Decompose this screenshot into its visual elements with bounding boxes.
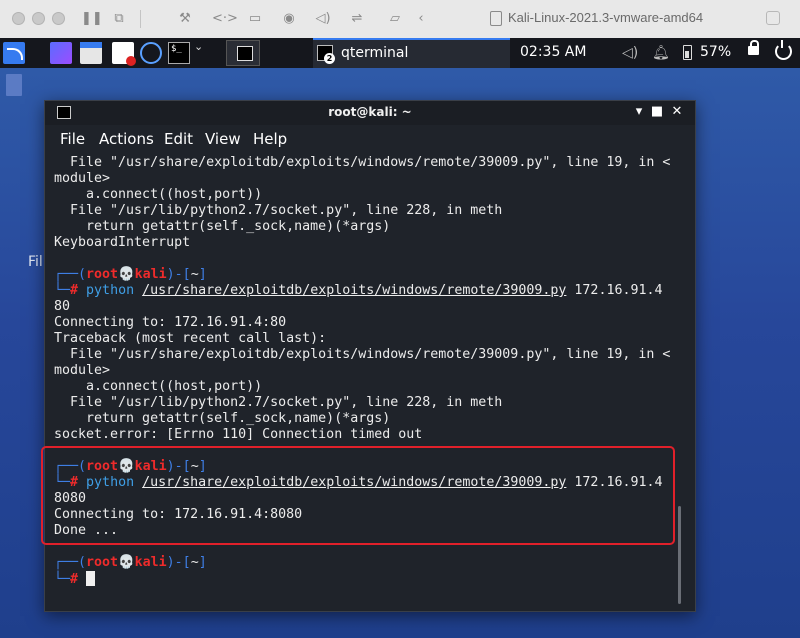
fullscreen-icon[interactable] [766, 11, 780, 25]
output-line: File "/usr/lib/python2.7/socket.py", lin… [54, 395, 503, 410]
taskbar-item-qterminal[interactable]: 2 qterminal [313, 38, 510, 68]
prompt-end: ] [198, 555, 207, 570]
command-arg: 172.16.91.4 [574, 283, 663, 298]
output-line: Connecting to: 172.16.91.4:80 [54, 315, 287, 330]
disk-icon[interactable]: ▭ [246, 10, 264, 28]
pause-icon[interactable]: ❚❚ [81, 10, 103, 28]
menu-file[interactable]: File [60, 130, 85, 148]
output-line: return getattr(self._sock,name)(*args) [54, 219, 391, 234]
output-line: a.connect((host,port)) [54, 379, 263, 394]
lock-icon[interactable] [748, 40, 759, 55]
output-line: File "/usr/share/exploitdb/exploits/wind… [54, 155, 671, 170]
minimize-button[interactable]: ▾ [631, 104, 647, 120]
camera-icon[interactable]: ◉ [280, 10, 298, 28]
menu-actions[interactable]: Actions [99, 130, 154, 148]
desktop-file-icon[interactable] [6, 74, 22, 96]
workspace-icon[interactable] [50, 42, 72, 64]
menu-edit[interactable]: Edit [164, 130, 193, 148]
toolbar-divider [140, 10, 141, 28]
prompt-hash: # [70, 572, 79, 587]
prompt-close: )-[ [166, 555, 191, 570]
vmware-toolbar: ❚❚ ⧉ ⚒ <·> ▭ ◉ ◁) ⇌ ▱ ‹ Kali-Linux-2021.… [0, 0, 800, 39]
battery-percent: 57% [700, 44, 732, 60]
close-window-dot[interactable] [12, 12, 25, 25]
text-cursor [86, 571, 96, 586]
skull-icon: 💀 [118, 267, 135, 282]
text-editor-icon[interactable] [112, 42, 136, 66]
command-line: └─# python /usr/share/exploitdb/exploits… [54, 283, 662, 299]
usb-icon[interactable]: ⇌ [348, 10, 366, 28]
terminal-launcher-icon[interactable]: $_ [168, 42, 190, 64]
close-button[interactable]: ✕ [669, 104, 685, 120]
browser-icon[interactable] [140, 42, 162, 64]
output-line: socket.error: [Errno 110] Connection tim… [54, 427, 423, 442]
output-line: Traceback (most recent call last): [54, 331, 327, 346]
window-title: root@kali: ~ [328, 105, 412, 119]
prompt-user: root [86, 267, 119, 282]
highlight-box [41, 446, 675, 545]
output-line: a.connect((host,port)) [54, 187, 263, 202]
prompt-host: kali [134, 267, 167, 282]
prompt-line: ┌──(root💀kali)-[~] [54, 267, 207, 283]
skull-icon: 💀 [118, 555, 135, 570]
active-terminal-icon[interactable] [226, 40, 260, 66]
output-line: 80 [54, 299, 71, 314]
sound-icon[interactable]: ◁) [314, 10, 332, 28]
prompt-end: ] [198, 267, 207, 282]
network-arrows-icon[interactable]: <·> [212, 10, 238, 28]
kali-panel: $_ 2 qterminal [0, 38, 800, 68]
scrollbar[interactable] [678, 506, 681, 604]
window-count-badge: 2 [324, 53, 335, 64]
output-line: return getattr(self._sock,name)(*args) [54, 411, 391, 426]
vm-title: Kali-Linux-2021.3-vmware-amd64 [508, 10, 704, 25]
desktop-icon-label[interactable]: Fil [28, 254, 43, 270]
input-line[interactable]: └─# [54, 571, 96, 588]
file-manager-icon[interactable] [80, 42, 102, 64]
prompt-corner: └─ [54, 283, 71, 298]
zoom-window-dot[interactable] [52, 12, 65, 25]
output-line: File "/usr/share/exploitdb/exploits/wind… [54, 347, 671, 362]
snapshot-icon[interactable]: ⧉ [110, 10, 128, 28]
prompt-corner: └─ [54, 572, 71, 587]
window-titlebar[interactable]: root@kali: ~ ▾ ■ ✕ [45, 101, 695, 125]
command-python: python [86, 283, 135, 298]
settings-wrench-icon[interactable]: ⚒ [176, 10, 194, 28]
prompt-hash: # [70, 283, 79, 298]
prompt-dir: ~ [190, 267, 199, 282]
command-path: /usr/share/exploitdb/exploits/windows/re… [142, 283, 567, 298]
kali-menu-icon[interactable] [3, 42, 25, 64]
prompt-open: ┌──( [54, 555, 87, 570]
maximize-button[interactable]: ■ [649, 104, 665, 120]
notification-bell-icon[interactable]: 🔔︎ [652, 45, 670, 61]
document-icon [490, 11, 502, 26]
menu-view[interactable]: View [205, 130, 241, 148]
chevron-down-icon[interactable]: ⌄ [194, 40, 203, 53]
minimize-window-dot[interactable] [32, 12, 45, 25]
power-icon[interactable] [775, 40, 792, 60]
taskbar-label: qterminal [341, 45, 409, 61]
output-line: module> [54, 171, 111, 186]
output-line: module> [54, 363, 111, 378]
prompt-line: ┌──(root💀kali)-[~] [54, 555, 207, 571]
prompt-open: ┌──( [54, 267, 87, 282]
menubar: File Actions Edit View Help [45, 125, 695, 153]
shared-folder-icon[interactable]: ▱ [386, 10, 404, 28]
menu-help[interactable]: Help [253, 130, 287, 148]
prompt-dir: ~ [190, 555, 199, 570]
prompt-user: root [86, 555, 119, 570]
output-line: KeyboardInterrupt [54, 235, 191, 250]
battery-icon[interactable] [683, 45, 692, 60]
volume-icon[interactable]: ◁) [622, 45, 638, 61]
prompt-close: )-[ [166, 267, 191, 282]
clock[interactable]: 02:35 AM [520, 44, 586, 60]
prompt-host: kali [134, 555, 167, 570]
back-chevron-icon[interactable]: ‹ [412, 10, 430, 28]
output-line: File "/usr/lib/python2.7/socket.py", lin… [54, 203, 503, 218]
